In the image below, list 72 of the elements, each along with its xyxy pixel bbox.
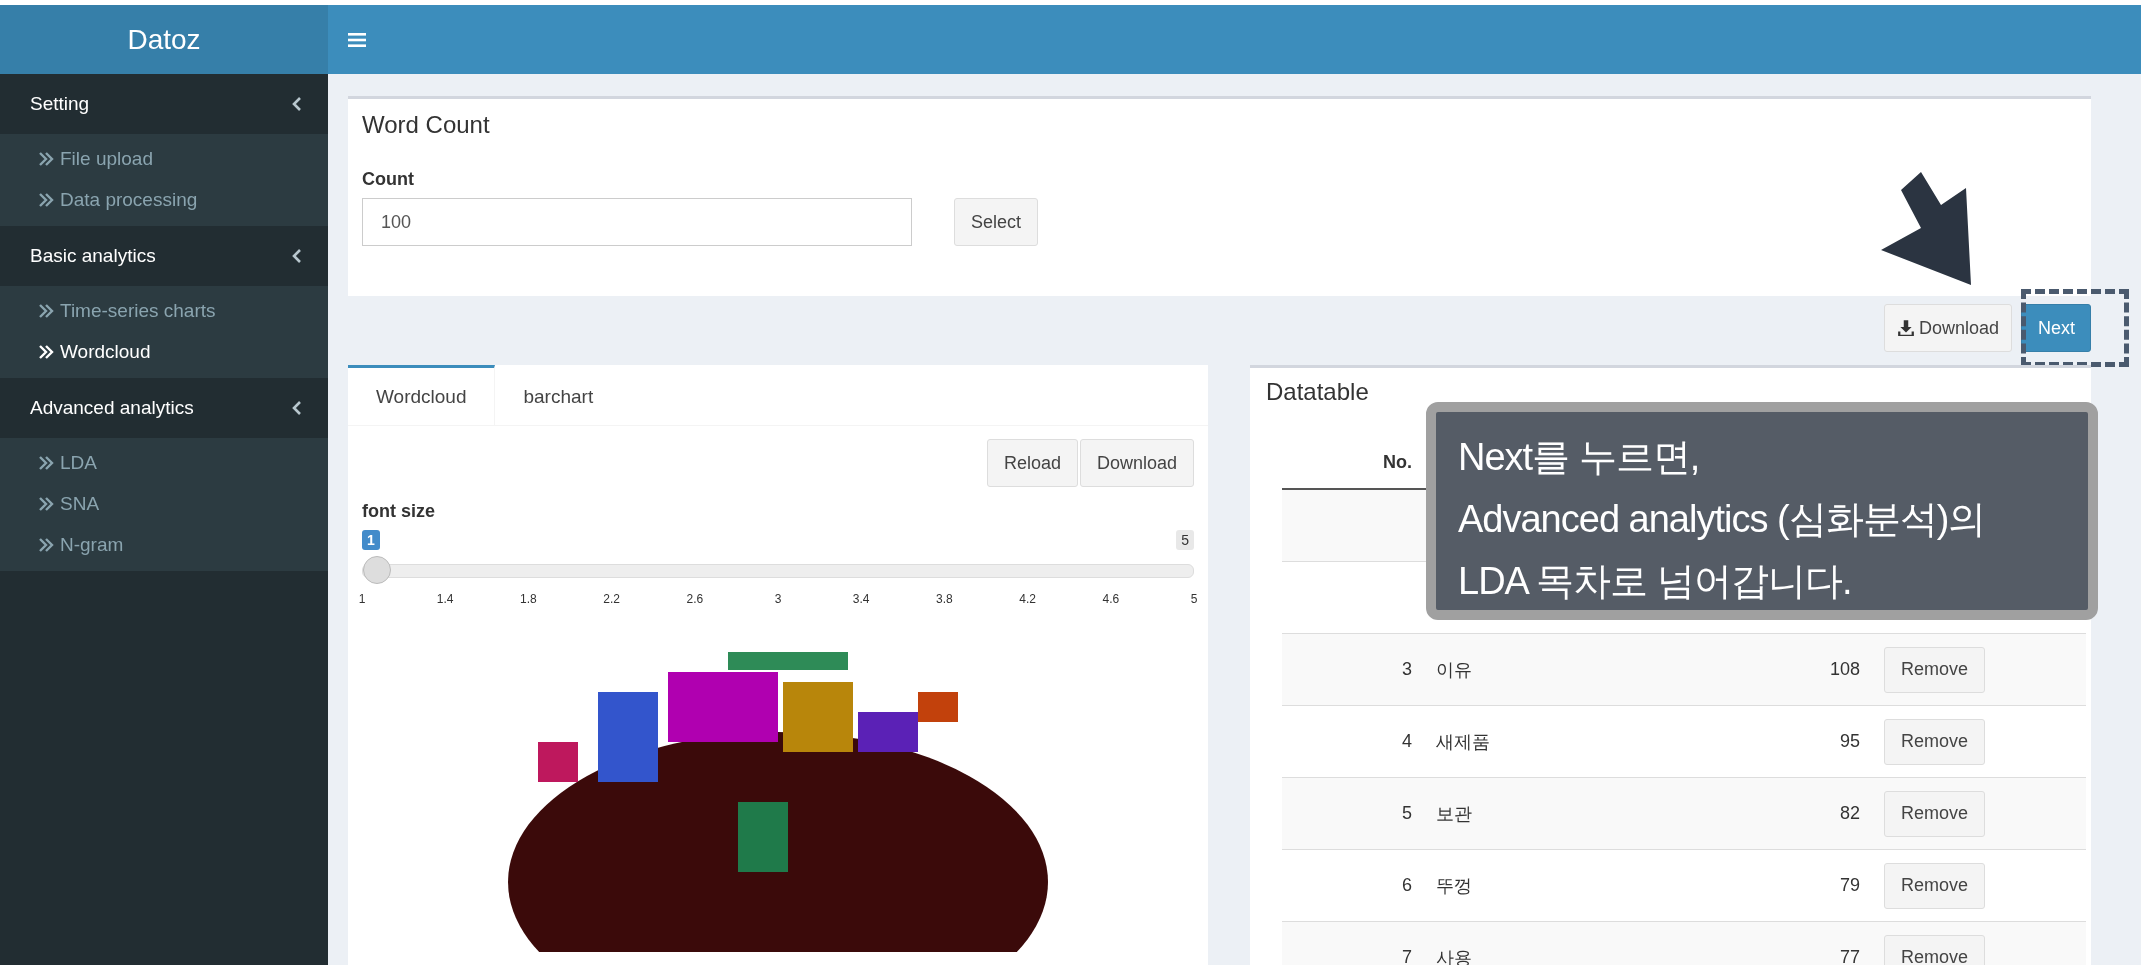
table-cell: 79 <box>1839 875 1860 895</box>
font-size-label: font size <box>362 501 436 522</box>
double-chevron-icon <box>38 192 54 207</box>
remove-button[interactable]: Remove <box>1884 934 1986 965</box>
slider-value-badge: 1 <box>362 530 380 550</box>
slider-tick-label: 1.4 <box>436 592 454 606</box>
download-button[interactable]: Download <box>1883 304 2012 352</box>
table-cell: 108 <box>1829 659 1860 679</box>
sidebar-item[interactable]: Wordcloud <box>0 331 328 372</box>
table-cell: 4 <box>1402 731 1412 751</box>
sidebar-item[interactable]: Time-series charts <box>0 290 328 331</box>
double-chevron-icon <box>38 151 54 166</box>
sidebar-item[interactable]: File upload <box>0 138 328 179</box>
table-cell: 보관 <box>1436 803 1472 824</box>
count-input-field[interactable]: 100 <box>362 198 912 246</box>
slider-tick-label: 2.2 <box>603 592 620 606</box>
table-cell: 7 <box>1402 947 1412 965</box>
chevron-left-icon <box>292 249 302 263</box>
sidebar-section[interactable]: Advanced analytics <box>0 378 328 438</box>
sidebar-item[interactable]: Data processing <box>0 179 328 220</box>
slider-tick-label: 3.4 <box>852 592 870 606</box>
table-cell: 5 <box>1402 803 1412 823</box>
double-chevron-icon <box>38 496 54 511</box>
chevron-left-icon <box>292 97 302 111</box>
slider-tick-label: 4.2 <box>1019 592 1036 606</box>
table-cell: 95 <box>1839 731 1860 751</box>
download-button[interactable]: Download <box>1079 439 1194 487</box>
reload-button[interactable]: Reload <box>986 439 1078 487</box>
table-cell: 3 <box>1402 659 1412 679</box>
callout-text: LDA 목차로 넘어갑니다. <box>1458 559 1852 604</box>
table-cell: 77 <box>1839 947 1860 965</box>
double-chevron-icon <box>38 344 54 359</box>
table-cell: 82 <box>1839 803 1860 823</box>
app-title: Datoz <box>0 5 328 74</box>
slider-max-badge: 5 <box>1176 530 1194 550</box>
select-button[interactable]: Select <box>954 198 1039 246</box>
slider-tick-label: 5 <box>1190 592 1198 606</box>
remove-button[interactable]: Remove <box>1884 790 1986 837</box>
slider-tick-label: 3 <box>774 592 782 606</box>
sidebar-section[interactable]: Basic analytics <box>0 226 328 286</box>
column-header[interactable]: No. <box>1383 451 1412 472</box>
slider-tick-label: 3.8 <box>936 592 953 606</box>
count-label: Count <box>362 169 415 190</box>
tab[interactable]: Wordcloud <box>348 365 496 425</box>
sidebar-section[interactable]: Setting <box>0 74 328 134</box>
next-button[interactable]: Next <box>2021 304 2091 352</box>
remove-button[interactable]: Remove <box>1884 646 1986 693</box>
remove-button[interactable]: Remove <box>1884 862 1986 909</box>
slider-tick-label: 4.6 <box>1102 592 1120 606</box>
table-cell: 이유 <box>1436 659 1472 680</box>
table-cell: 뚜껑 <box>1436 875 1472 896</box>
tab[interactable]: barchart <box>495 365 622 425</box>
double-chevron-icon <box>38 537 54 552</box>
remove-button[interactable]: Remove <box>1884 718 1986 765</box>
sidebar-item[interactable]: LDA <box>0 442 328 483</box>
chevron-left-icon <box>292 401 302 415</box>
table-cell: 새제품 <box>1436 731 1490 752</box>
table-cell: 6 <box>1402 875 1412 895</box>
slider-handle[interactable] <box>363 556 391 584</box>
slider-tick-label: 2.6 <box>686 592 704 606</box>
slider-tick-label: 1.8 <box>520 592 537 606</box>
double-chevron-icon <box>38 455 54 470</box>
menu-icon[interactable] <box>348 32 366 47</box>
sidebar-item[interactable]: SNA <box>0 483 328 524</box>
slider-tick-label: 1 <box>358 592 366 606</box>
panel-title: Word Count <box>362 110 491 140</box>
callout-text: Next를 누르면, <box>1458 435 1700 480</box>
double-chevron-icon <box>38 303 54 318</box>
panel-title: Datatable <box>1265 377 1370 407</box>
callout-text: Advanced analytics (심화분석)의 <box>1458 497 1986 542</box>
sidebar-item[interactable]: N-gram <box>0 524 328 565</box>
download-icon <box>1896 319 1915 337</box>
